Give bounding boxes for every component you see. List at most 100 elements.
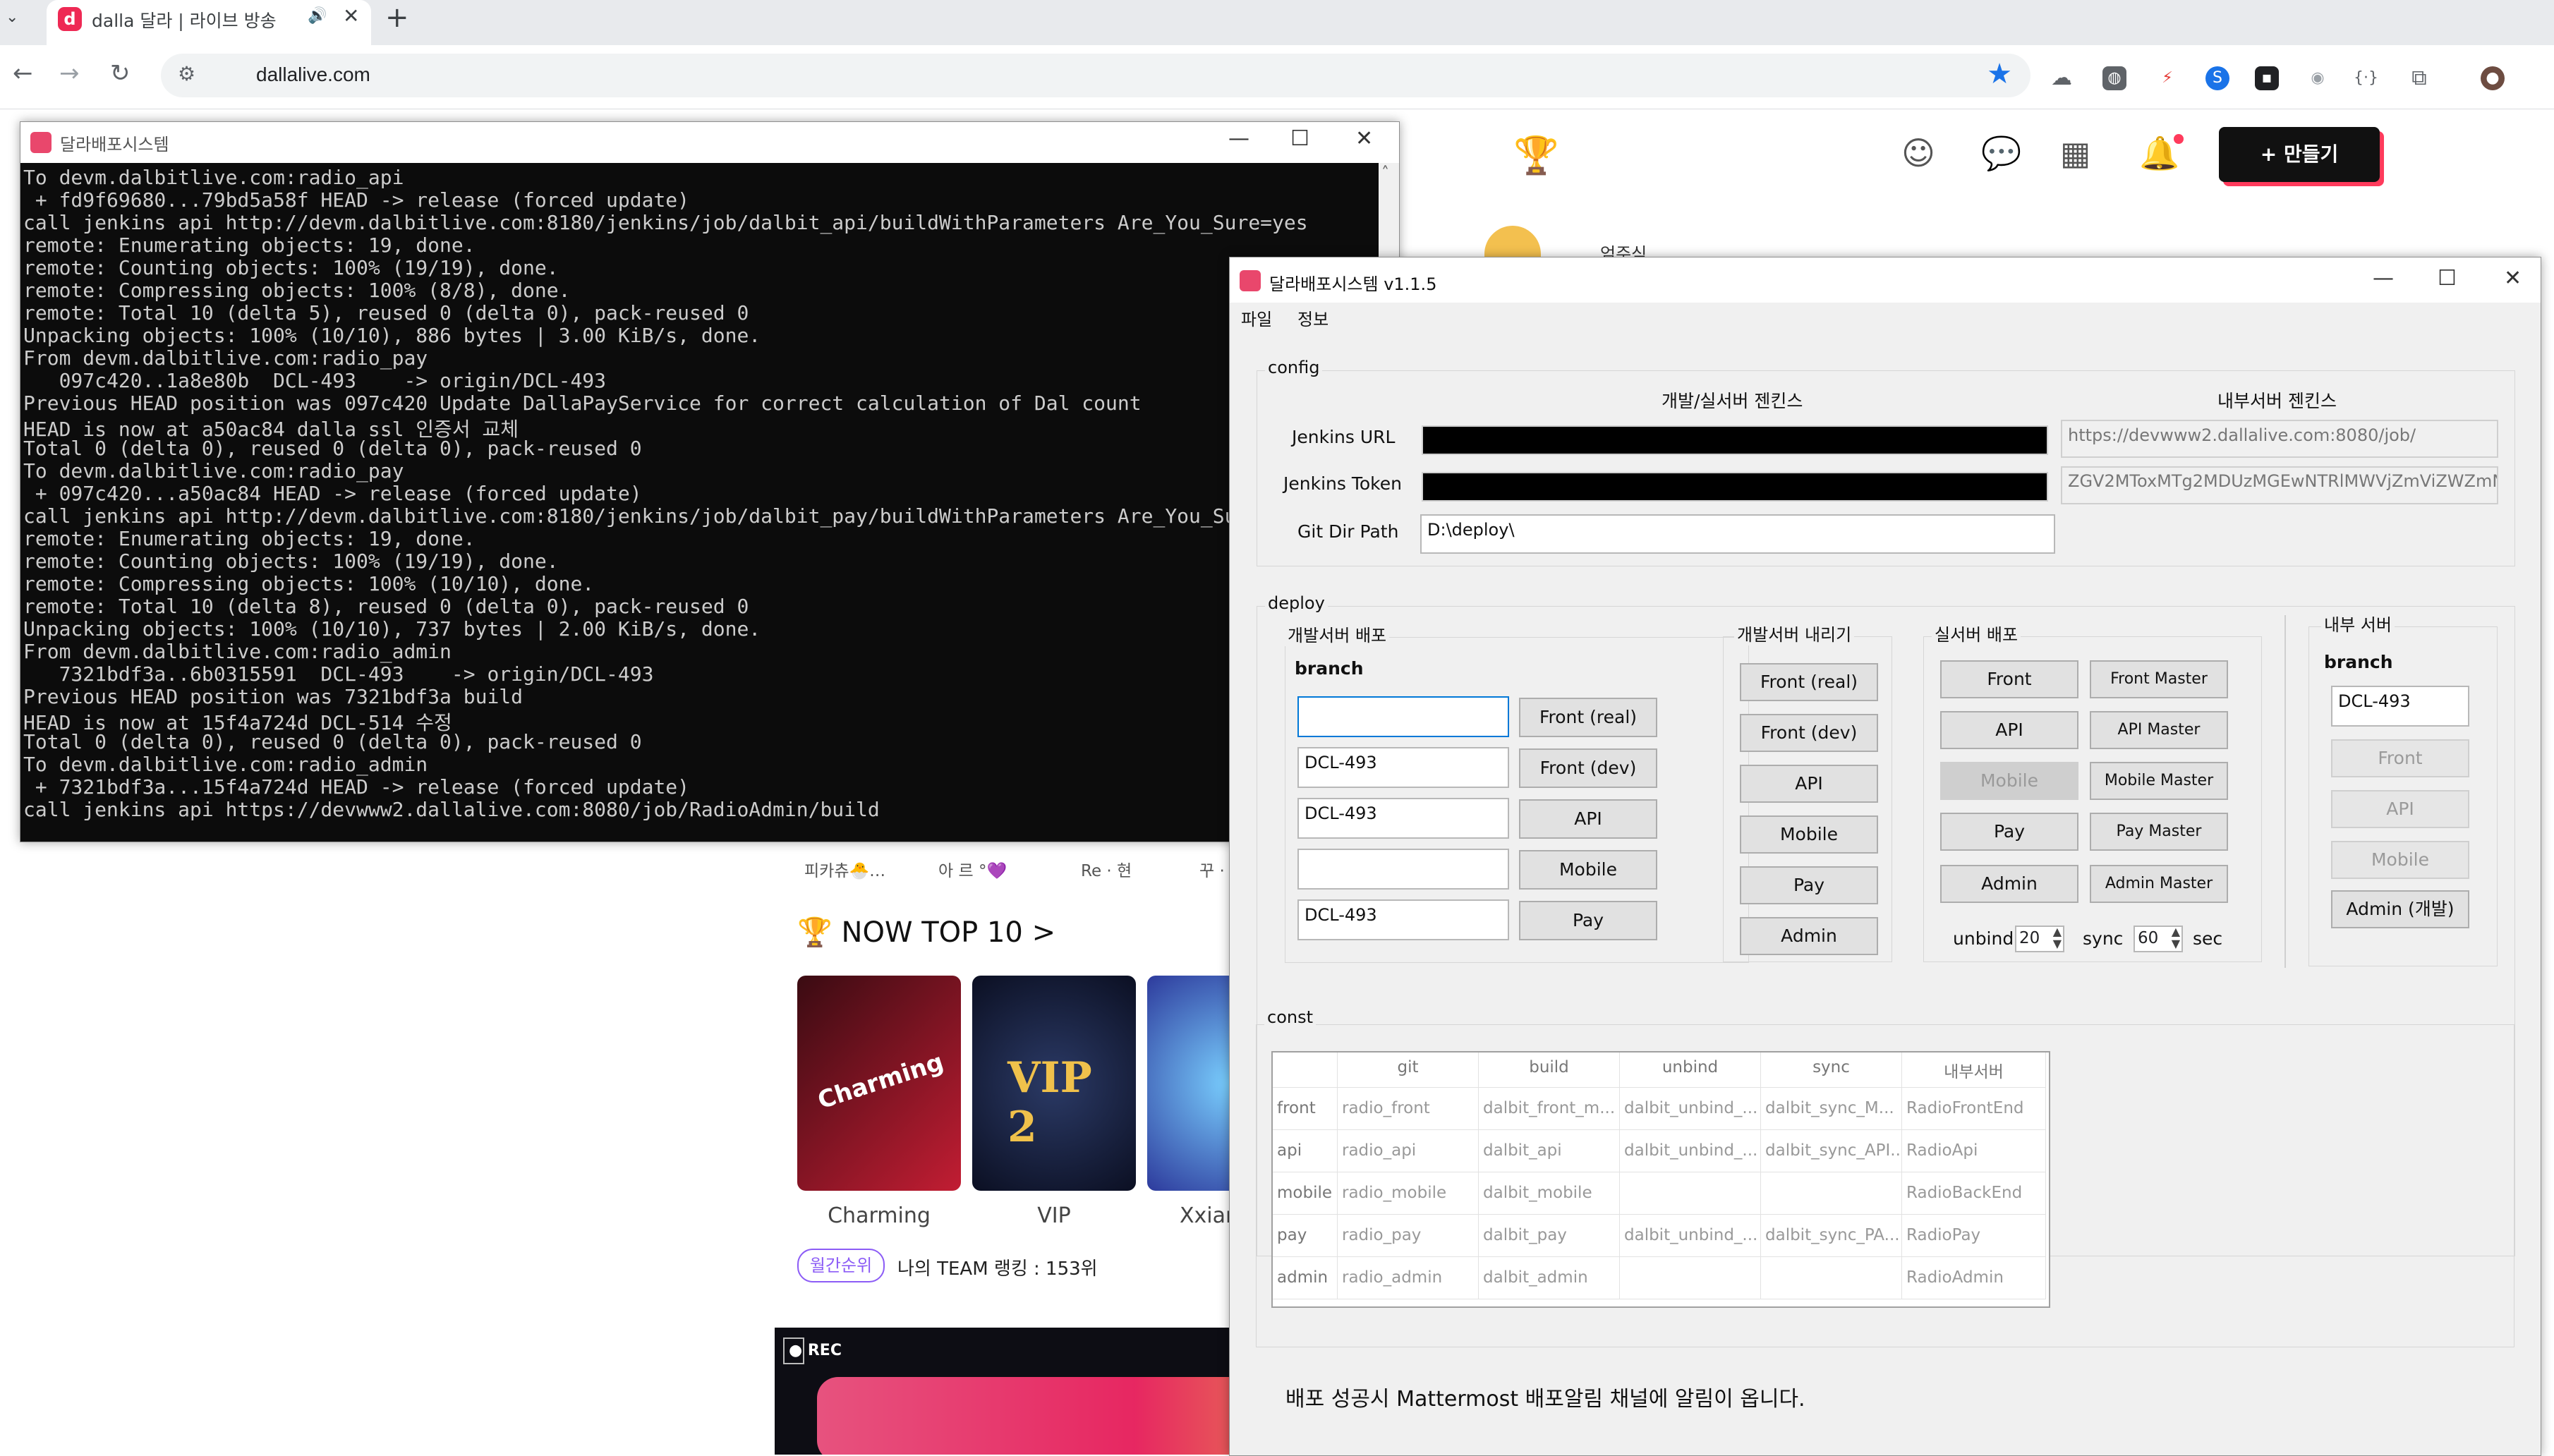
- const-table-cell[interactable]: dalbit_front_m...: [1479, 1088, 1620, 1130]
- rollback-front-real-button[interactable]: Front (real): [1740, 663, 1878, 701]
- console-window[interactable]: 달라배포시스템 — ☐ ✕ To devm.dalbitlive.com:rad…: [20, 121, 1400, 842]
- extension-icon[interactable]: ◍: [2102, 66, 2126, 90]
- extension-icon[interactable]: S: [2205, 66, 2229, 90]
- internal-api-button[interactable]: API: [2331, 790, 2469, 828]
- const-table-cell[interactable]: dalbit_unbind_...: [1620, 1130, 1761, 1172]
- top10-card-xxiar[interactable]: [1147, 976, 1232, 1191]
- dev-deploy-mobile-button[interactable]: Mobile: [1519, 850, 1657, 890]
- const-table-cell[interactable]: radio_admin: [1338, 1257, 1479, 1299]
- close-icon[interactable]: ✕: [2504, 266, 2522, 291]
- git-dir-input[interactable]: D:\deploy\: [1420, 514, 2055, 554]
- const-table-cell[interactable]: dalbit_pay: [1479, 1215, 1620, 1257]
- const-table-cell[interactable]: [1620, 1257, 1761, 1299]
- dev-deploy-front-real-button[interactable]: Front (real): [1519, 698, 1657, 737]
- menu-info[interactable]: 정보: [1297, 305, 1329, 330]
- site-info-icon[interactable]: ⚙: [178, 62, 195, 85]
- top10-card-charming[interactable]: Charming: [797, 976, 961, 1191]
- puzzle-extensions-icon[interactable]: ⧉: [2407, 66, 2431, 90]
- extension-icon[interactable]: ◉: [2306, 66, 2330, 90]
- back-icon[interactable]: ←: [13, 59, 33, 87]
- rollback-api-button[interactable]: API: [1740, 765, 1878, 803]
- const-table-cell[interactable]: RadioApi: [1902, 1130, 2046, 1172]
- const-table-cell[interactable]: RadioFrontEnd: [1902, 1088, 2046, 1130]
- branch-input-front-real[interactable]: [1297, 696, 1509, 737]
- const-table-cell[interactable]: [1761, 1172, 1902, 1215]
- internal-jenkins-token-field[interactable]: ZGV2MToxMTg2MDUzMGEwNTRlMWVjZmViZWZmNTU2…: [2061, 466, 2498, 504]
- spinner-arrows-icon[interactable]: ▲ ▼: [2053, 926, 2062, 950]
- branch-input-front-dev[interactable]: DCL-493: [1297, 747, 1509, 788]
- const-table-cell[interactable]: [1620, 1172, 1761, 1215]
- top10-heading[interactable]: 🏆 NOW TOP 10 >: [797, 916, 1055, 949]
- menu-file[interactable]: 파일: [1241, 305, 1272, 330]
- monthly-rank-badge[interactable]: 월간순위: [797, 1249, 885, 1282]
- browser-tab[interactable]: d dalla 달라 | 라이브 방송 🔊 ✕: [47, 0, 371, 45]
- rollback-pay-button[interactable]: Pay: [1740, 866, 1878, 904]
- close-tab-icon[interactable]: ✕: [343, 4, 359, 28]
- chat-icon[interactable]: 💬: [1981, 134, 2021, 173]
- rollback-admin-button[interactable]: Admin: [1740, 917, 1878, 955]
- tab-search-icon[interactable]: ⌄: [6, 8, 18, 26]
- dev-deploy-front-dev-button[interactable]: Front (dev): [1519, 748, 1657, 788]
- terminal-extension-icon[interactable]: ▪: [2255, 66, 2279, 90]
- branch-input-pay[interactable]: DCL-493: [1297, 899, 1509, 940]
- const-table-cell[interactable]: dalbit_admin: [1479, 1257, 1620, 1299]
- const-table-cell[interactable]: dalbit_sync_PA...: [1761, 1215, 1902, 1257]
- dev-deploy-api-button[interactable]: API: [1519, 799, 1657, 839]
- prod-mobile-button[interactable]: Mobile: [1940, 762, 2078, 800]
- internal-front-button[interactable]: Front: [2331, 739, 2469, 777]
- omnibox[interactable]: ⚙ dallalive.com ★: [161, 54, 2031, 97]
- const-table-cell[interactable]: dalbit_unbind_...: [1620, 1088, 1761, 1130]
- const-table-cell[interactable]: RadioAdmin: [1902, 1257, 2046, 1299]
- prod-api-master-button[interactable]: API Master: [2090, 711, 2228, 749]
- sync-spinner[interactable]: 60 ▲ ▼: [2134, 926, 2183, 952]
- const-table-cell[interactable]: dalbit_sync_API...: [1761, 1130, 1902, 1172]
- branch-input-mobile[interactable]: [1297, 849, 1509, 890]
- minimize-icon[interactable]: —: [2373, 266, 2394, 291]
- internal-mobile-button[interactable]: Mobile: [2331, 841, 2469, 879]
- spinner-arrows-icon[interactable]: ▲ ▼: [2172, 926, 2180, 950]
- jenkins-url-field-redacted[interactable]: [1422, 425, 2048, 455]
- profile-icon[interactable]: ☺: [1901, 134, 1935, 172]
- internal-admin-dev-button[interactable]: Admin (개발): [2331, 890, 2469, 928]
- speaker-icon[interactable]: 🔊: [308, 7, 327, 25]
- trophy-icon[interactable]: 🏆: [1513, 134, 1559, 177]
- prod-pay-button[interactable]: Pay: [1940, 813, 2078, 851]
- forward-icon[interactable]: →: [59, 59, 80, 87]
- nickname[interactable]: 아 르 °💜: [938, 857, 1007, 881]
- scroll-up-icon[interactable]: ˄: [1381, 164, 1389, 182]
- prod-api-button[interactable]: API: [1940, 711, 2078, 749]
- const-table-cell[interactable]: radio_front: [1338, 1088, 1479, 1130]
- const-table-cell[interactable]: dalbit_mobile: [1479, 1172, 1620, 1215]
- prod-pay-master-button[interactable]: Pay Master: [2090, 813, 2228, 851]
- rollback-front-dev-button[interactable]: Front (dev): [1740, 714, 1878, 752]
- unbind-spinner[interactable]: 20 ▲ ▼: [2015, 926, 2064, 952]
- nickname[interactable]: 피카츄🐣…: [804, 857, 885, 881]
- console-titlebar[interactable]: 달라배포시스템 — ☐ ✕: [20, 122, 1399, 162]
- prod-front-button[interactable]: Front: [1940, 660, 2078, 698]
- store-icon[interactable]: ▦: [2060, 134, 2090, 172]
- maximize-icon[interactable]: ☐: [1290, 126, 1309, 151]
- cloud-icon[interactable]: ☁: [2050, 66, 2074, 90]
- nickname[interactable]: Re · 현: [1081, 857, 1132, 881]
- new-tab-icon[interactable]: +: [385, 1, 409, 34]
- const-table-cell[interactable]: radio_api: [1338, 1130, 1479, 1172]
- prod-admin-master-button[interactable]: Admin Master: [2090, 865, 2228, 903]
- const-table-cell[interactable]: RadioPay: [1902, 1215, 2046, 1257]
- jenkins-token-field-redacted[interactable]: [1422, 472, 2048, 502]
- prod-front-master-button[interactable]: Front Master: [2090, 660, 2228, 698]
- internal-branch-input[interactable]: DCL-493: [2331, 686, 2469, 727]
- maximize-icon[interactable]: ☐: [2438, 266, 2457, 291]
- nickname[interactable]: 꾸 ·: [1199, 857, 1229, 881]
- bookmark-star-icon[interactable]: ★: [1987, 58, 2012, 90]
- dev-deploy-pay-button[interactable]: Pay: [1519, 901, 1657, 940]
- app-titlebar[interactable]: 달라배포시스템 v1.1.5 — ☐ ✕: [1230, 257, 2541, 303]
- branch-input-api[interactable]: DCL-493: [1297, 798, 1509, 839]
- create-button[interactable]: + 만들기: [2219, 127, 2380, 182]
- prod-admin-button[interactable]: Admin: [1940, 865, 2078, 903]
- profile-avatar-icon[interactable]: ●: [2481, 66, 2505, 90]
- const-table-cell[interactable]: dalbit_api: [1479, 1130, 1620, 1172]
- top10-card-vip[interactable]: VIP 2: [972, 976, 1136, 1191]
- extension-icon[interactable]: {·}: [2354, 66, 2378, 90]
- internal-jenkins-url-field[interactable]: https://devwww2.dallalive.com:8080/job/: [2061, 420, 2498, 458]
- const-table-cell[interactable]: dalbit_sync_M...: [1761, 1088, 1902, 1130]
